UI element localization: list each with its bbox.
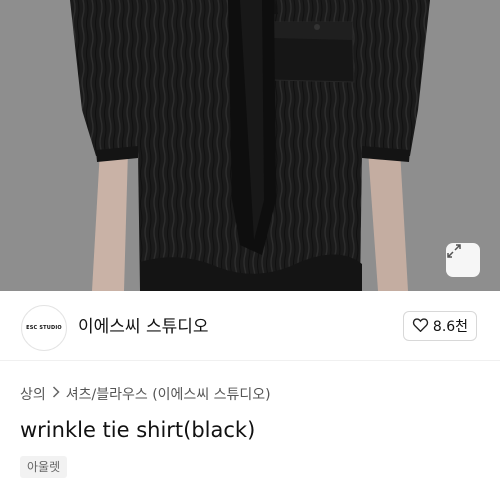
product-title: wrinkle tie shirt(black) xyxy=(20,418,256,442)
breadcrumb: 상의 셔츠/블라우스 (이에스씨 스튜디오) xyxy=(20,384,271,404)
outlet-tag: 아울렛 xyxy=(20,456,68,478)
heart-outline-icon xyxy=(412,317,429,336)
brand-logo-text: ESC STUDIO xyxy=(26,325,62,331)
brand-row: ESC STUDIO 이에스씨 스튜디오 8.6천 xyxy=(0,300,500,354)
product-photo xyxy=(0,0,500,291)
breadcrumb-item-category[interactable]: 상의 xyxy=(20,384,46,404)
expand-image-button[interactable] xyxy=(446,243,480,277)
divider xyxy=(0,360,500,361)
chevron-right-icon xyxy=(52,386,60,402)
like-button[interactable]: 8.6천 xyxy=(403,311,477,341)
like-count: 8.6천 xyxy=(432,319,469,335)
brand-logo[interactable]: ESC STUDIO xyxy=(21,305,67,351)
product-photo-illustration xyxy=(0,0,500,291)
brand-name[interactable]: 이에스씨 스튜디오 xyxy=(78,315,209,339)
breadcrumb-item-subcategory[interactable]: 셔츠/블라우스 (이에스씨 스튜디오) xyxy=(66,384,271,404)
